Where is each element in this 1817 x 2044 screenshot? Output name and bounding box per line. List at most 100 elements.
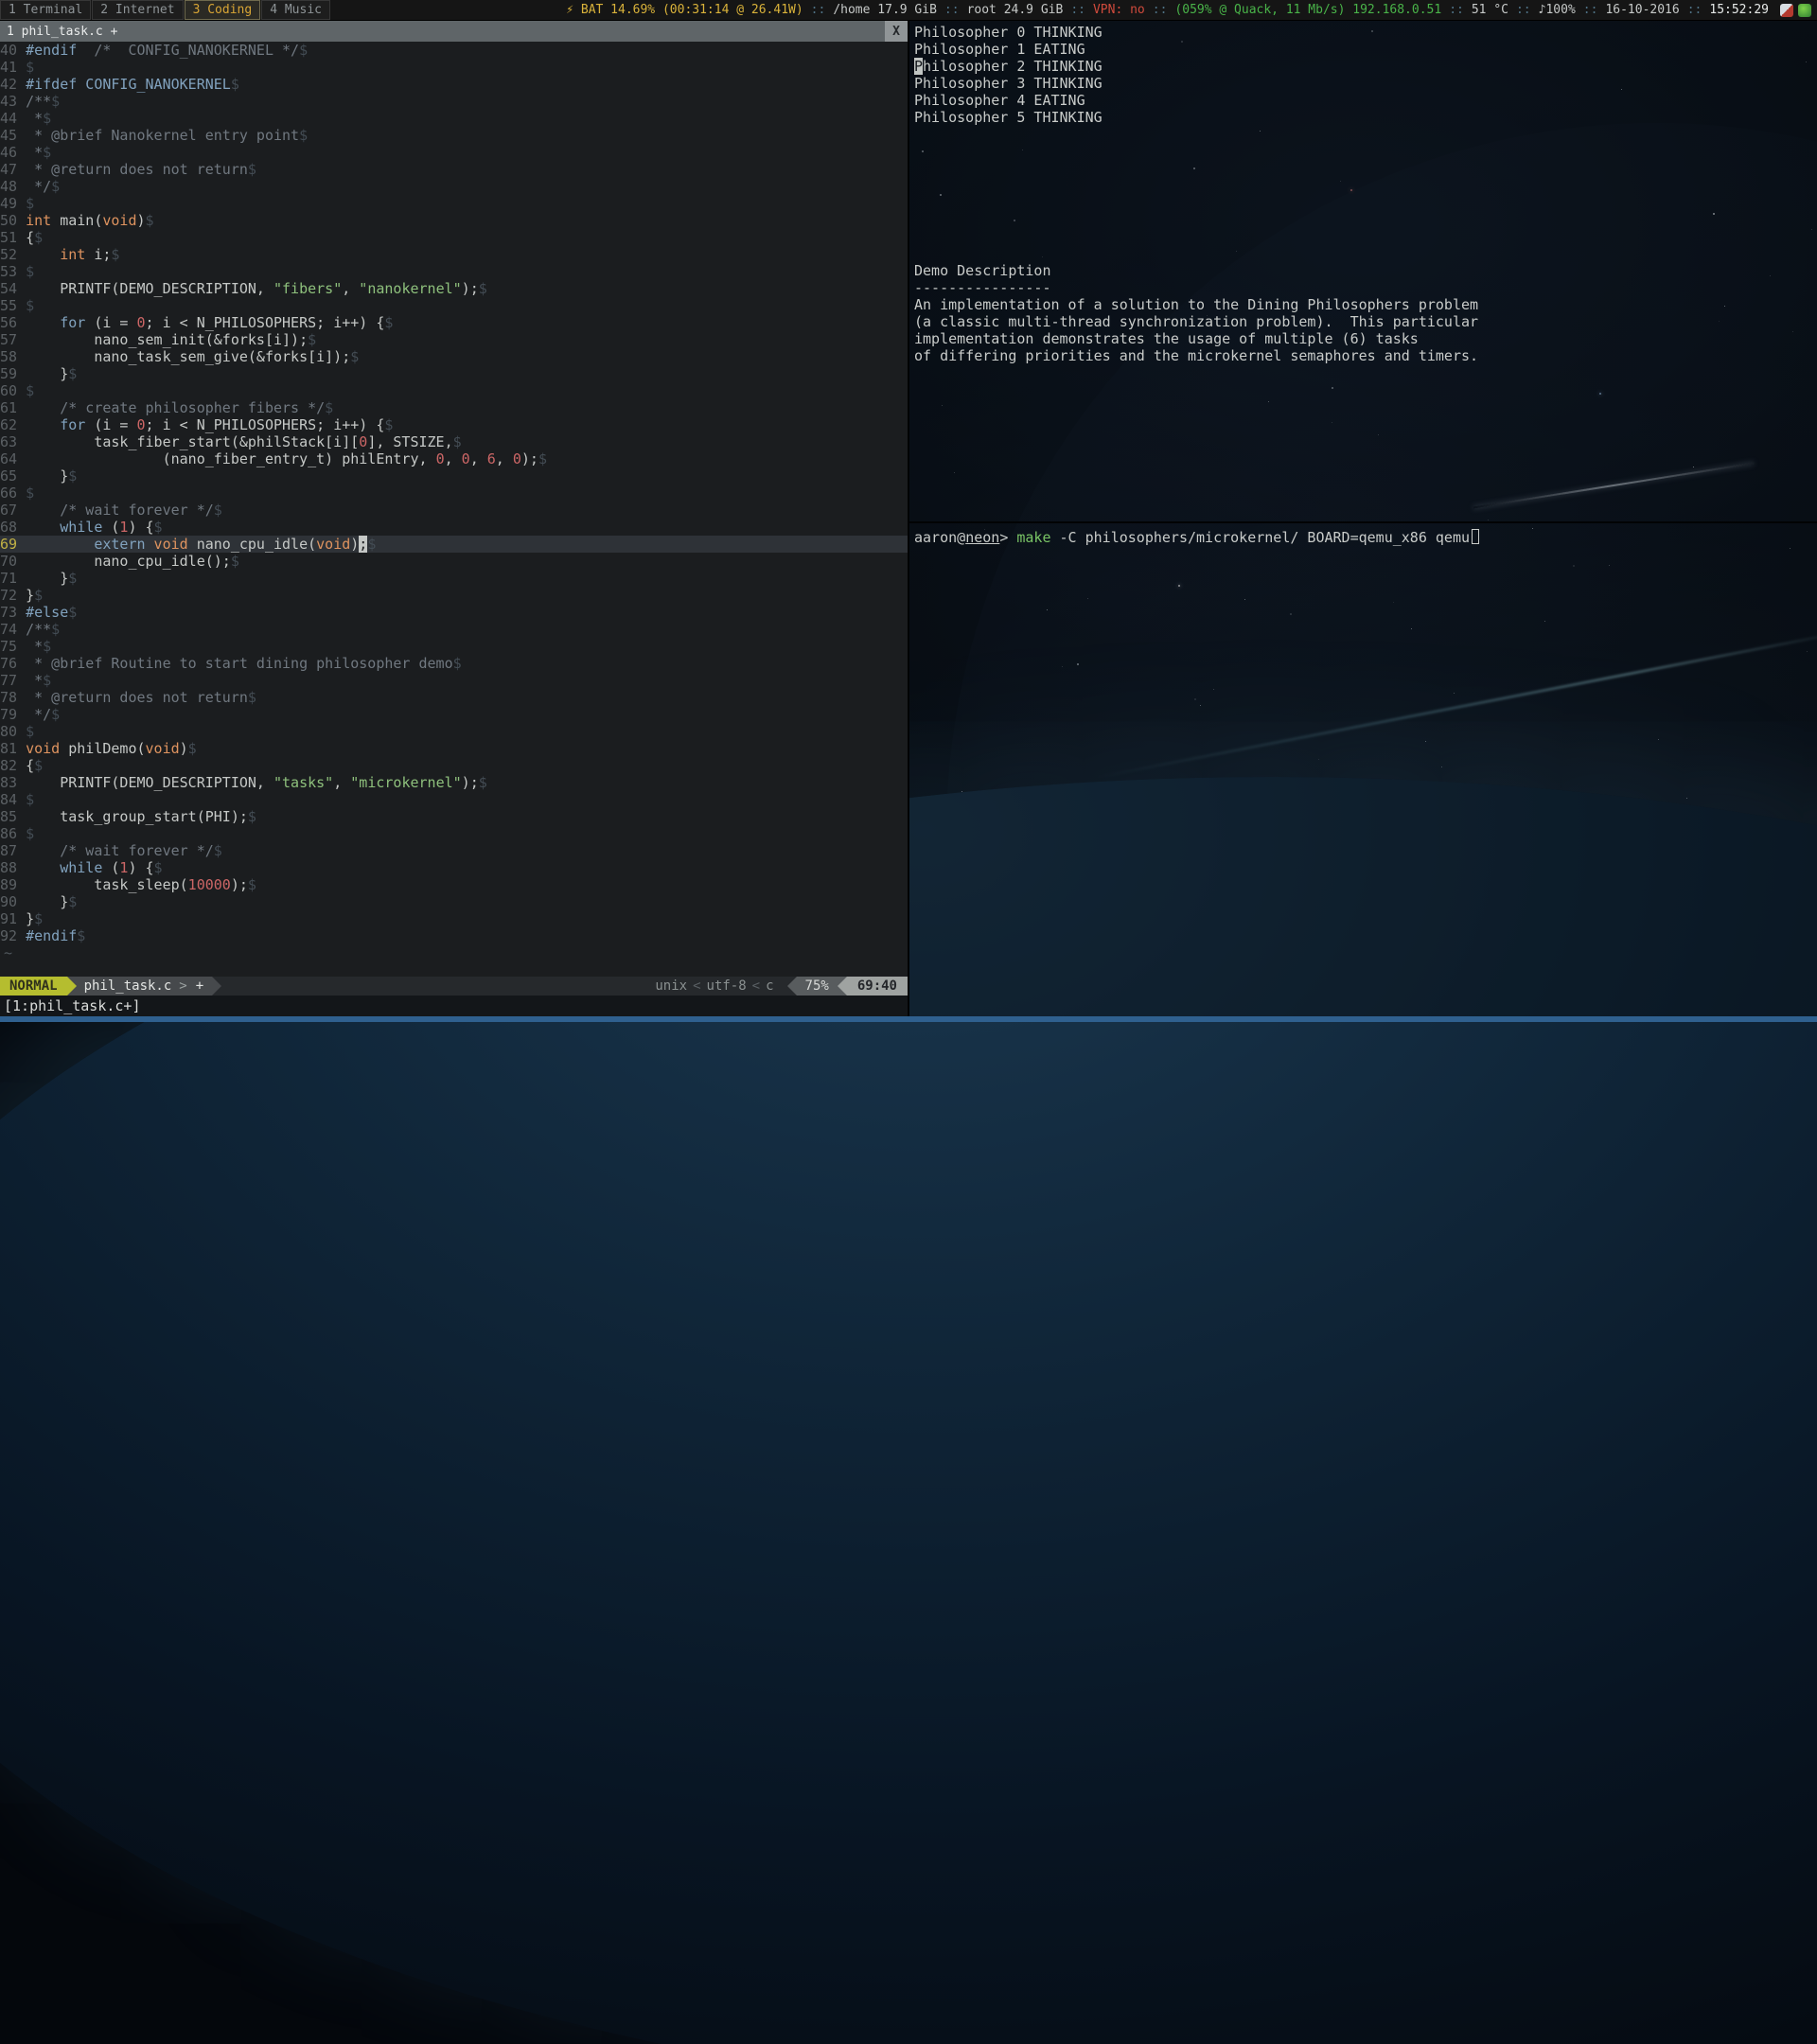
code-line-49: 49$ <box>0 195 908 212</box>
workspace-button-1[interactable]: 1 Terminal <box>0 0 91 20</box>
line-number: 47 <box>0 161 26 178</box>
code-line-82: 82{$ <box>0 757 908 774</box>
terminal-line: Philosopher 5 THINKING <box>909 109 1817 126</box>
terminal-line <box>909 228 1817 245</box>
terminal-line <box>909 160 1817 177</box>
terminal-line: ---------------- <box>909 279 1817 296</box>
line-number: 74 <box>0 621 26 638</box>
line-number: 88 <box>0 859 26 876</box>
code-line-55: 55$ <box>0 297 908 314</box>
line-number: 53 <box>0 263 26 280</box>
i3-status-bar: 1 Terminal2 Internet3 Coding4 Music ⚡ BA… <box>0 0 1817 21</box>
network-status: (059% @ Quack, 11 Mb/s) 192.168.0.51 <box>1174 3 1441 17</box>
terminal-qemu-output[interactable]: Philosopher 0 THINKINGPhilosopher 1 EATI… <box>909 21 1817 521</box>
battery-status: ⚡ BAT 14.69% (00:31:14 @ 26.41W) <box>566 3 803 17</box>
window-divider-horizontal[interactable] <box>909 521 1817 523</box>
code-line-58: 58 nano_task_sem_give(&forks[i]);$ <box>0 348 908 365</box>
line-number: 64 <box>0 450 26 467</box>
code-line-42: 42#ifdef CONFIG_NANOKERNEL$ <box>0 76 908 93</box>
line-number: 83 <box>0 774 26 791</box>
line-number: 43 <box>0 93 26 110</box>
code-line-45: 45 * @brief Nanokernel entry point$ <box>0 127 908 144</box>
line-number: 41 <box>0 59 26 76</box>
chevron-left-icon: < <box>752 977 760 996</box>
vim-editor-window[interactable]: 1 phil_task.c + X 40#endif /* CONFIG_NAN… <box>0 21 908 1016</box>
line-number: 92 <box>0 927 26 944</box>
code-line-71: 71 }$ <box>0 570 908 587</box>
code-line-76: 76 * @brief Routine to start dining phil… <box>0 655 908 672</box>
code-line-79: 79 */$ <box>0 706 908 723</box>
shell-command: make <box>1008 529 1050 546</box>
prompt-symbol: > <box>999 529 1008 546</box>
code-line-40: 40#endif /* CONFIG_NANOKERNEL */$ <box>0 42 908 59</box>
close-button[interactable]: X <box>885 21 908 42</box>
terminal-output: Philosopher 0 THINKINGPhilosopher 1 EATI… <box>909 21 1817 364</box>
code-line-48: 48 */$ <box>0 178 908 195</box>
workspace-button-2[interactable]: 2 Internet <box>92 0 183 20</box>
code-line-92: 92#endif$ <box>0 927 908 944</box>
separator: :: <box>1070 3 1085 17</box>
separator: :: <box>1583 3 1598 17</box>
line-number: 56 <box>0 314 26 331</box>
code-line-52: 52 int i;$ <box>0 246 908 263</box>
workspace-button-3[interactable]: 3 Coding <box>185 0 261 20</box>
line-number: 42 <box>0 76 26 93</box>
home-disk-status: /home 17.9 GiB <box>833 3 937 17</box>
code-line-73: 73#else$ <box>0 604 908 621</box>
line-number: 57 <box>0 331 26 348</box>
line-number: 69 <box>0 536 26 553</box>
vim-cursor: ; <box>359 536 367 553</box>
line-number: 55 <box>0 297 26 314</box>
workspace-button-4[interactable]: 4 Music <box>261 0 330 20</box>
terminal-line: Demo Description <box>909 262 1817 279</box>
focused-window-border <box>0 1016 1817 1022</box>
cursor-position: 69:40 <box>847 977 908 996</box>
line-number: 86 <box>0 825 26 842</box>
terminal-line: Philosopher 1 EATING <box>909 41 1817 58</box>
code-line-46: 46 *$ <box>0 144 908 161</box>
code-area[interactable]: 40#endif /* CONFIG_NANOKERNEL */$41$42#i… <box>0 42 908 944</box>
code-line-60: 60$ <box>0 382 908 399</box>
prompt-host: neon <box>965 529 999 546</box>
powerline-arrow-icon <box>212 977 221 996</box>
separator: :: <box>1687 3 1702 17</box>
line-number: 46 <box>0 144 26 161</box>
code-line-57: 57 nano_sem_init(&forks[i]);$ <box>0 331 908 348</box>
terminal-line <box>909 194 1817 211</box>
line-number: 68 <box>0 519 26 536</box>
systray-icon-1[interactable] <box>1780 4 1793 17</box>
code-line-77: 77 *$ <box>0 672 908 689</box>
separator: :: <box>1449 3 1464 17</box>
line-number: 71 <box>0 570 26 587</box>
file-encoding: utf-8 <box>701 977 752 996</box>
terminal-shell[interactable]: aaron@neon> make -C philosophers/microke… <box>909 523 1817 1016</box>
code-line-50: 50int main(void)$ <box>0 212 908 229</box>
date-display: 16-10-2016 <box>1605 3 1679 17</box>
code-line-59: 59 }$ <box>0 365 908 382</box>
code-line-64: 64 (nano_fiber_entry_t) philEntry, 0, 0,… <box>0 450 908 467</box>
powerline-arrow-icon <box>67 977 77 996</box>
window-titlebar[interactable]: 1 phil_task.c + X <box>0 21 908 42</box>
powerline-arrow-icon <box>838 977 847 996</box>
code-line-61: 61 /* create philosopher fibers */$ <box>0 399 908 416</box>
line-number: 44 <box>0 110 26 127</box>
line-number: 76 <box>0 655 26 672</box>
code-line-67: 67 /* wait forever */$ <box>0 502 908 519</box>
time-display: 15:52:29 <box>1709 3 1769 17</box>
vpn-status: VPN: no <box>1093 3 1145 17</box>
terminal-line <box>909 143 1817 160</box>
separator: :: <box>1153 3 1168 17</box>
line-number: 77 <box>0 672 26 689</box>
code-line-80: 80$ <box>0 723 908 740</box>
scroll-percent: 75% <box>797 977 838 996</box>
terminal-line: of differing priorities and the microker… <box>909 347 1817 364</box>
vim-cmdline: [1:phil_task.c+] <box>0 996 908 1016</box>
line-number: 80 <box>0 723 26 740</box>
window-divider-vertical[interactable] <box>908 21 909 1016</box>
status-segments: ⚡ BAT 14.69% (00:31:14 @ 26.41W)::/home … <box>566 3 1769 17</box>
separator: :: <box>944 3 960 17</box>
code-line-63: 63 task_fiber_start(&philStack[i][0], ST… <box>0 433 908 450</box>
shell-prompt-line: aaron@neon> make -C philosophers/microke… <box>909 523 1817 546</box>
systray-icon-2[interactable] <box>1798 4 1811 17</box>
code-line-53: 53$ <box>0 263 908 280</box>
